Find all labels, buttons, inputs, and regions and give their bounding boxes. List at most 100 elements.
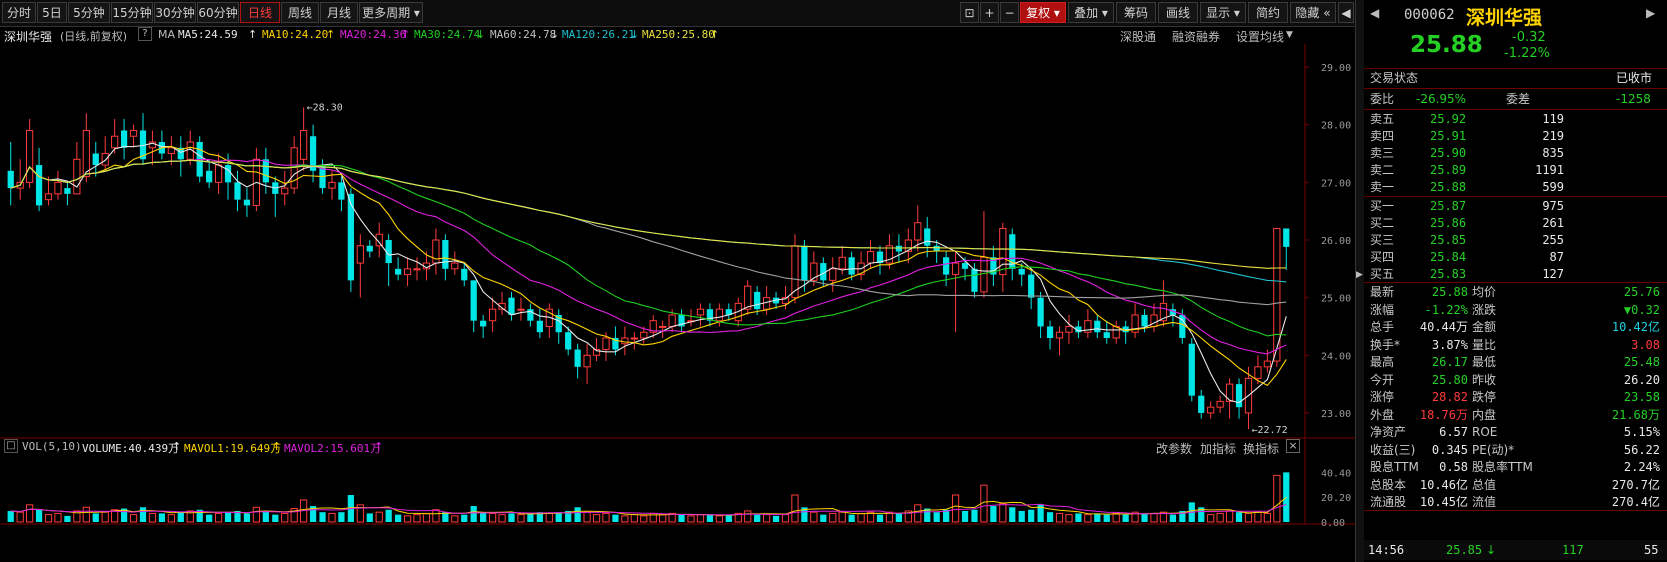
- period-tab-7[interactable]: 周线: [281, 2, 319, 23]
- candle-body: [206, 170, 213, 183]
- toolbar-btn-3[interactable]: 画线: [1158, 2, 1198, 23]
- tick-price: 25.85: [1446, 543, 1483, 557]
- zoom-in-icon[interactable]: +: [980, 2, 999, 23]
- ask-price: 25.90: [1430, 146, 1467, 160]
- zoom-out-icon[interactable]: −: [1000, 2, 1019, 23]
- stat-value: 3.87%: [1431, 337, 1468, 352]
- volume-bar: [158, 513, 166, 522]
- stat-value: 25.48: [1623, 355, 1660, 369]
- next-stock-icon[interactable]: ▶: [1646, 6, 1655, 20]
- volume-bar: [243, 513, 251, 522]
- volume-bar: [1075, 513, 1082, 522]
- volume-bar: [252, 506, 261, 523]
- bid-volume: 87: [1549, 250, 1564, 264]
- candle-body: [413, 268, 421, 271]
- tick-volume: 117: [1562, 543, 1584, 557]
- link-edit-params[interactable]: 改参数: [1156, 440, 1192, 457]
- quote-panel: ◀ ▶ 000062 深圳华强 25.88 -0.32 -1.22% 交易状态 …: [1364, 0, 1667, 562]
- volume-bar: [1112, 512, 1120, 523]
- bid-volume: 127: [1542, 267, 1564, 281]
- ask-volume: 1191: [1535, 163, 1564, 177]
- link-add-indicator[interactable]: 加指标: [1200, 440, 1236, 457]
- volume-bar: [829, 512, 837, 523]
- volume-bar: [545, 512, 553, 523]
- candle-body: [999, 227, 1007, 276]
- stat-label: 净资产: [1370, 425, 1407, 439]
- period-tab-0[interactable]: 分时: [2, 2, 36, 23]
- volume-bar: [990, 506, 997, 522]
- ask-row-1: 卖四 25.91 219: [1364, 128, 1667, 145]
- price-change-pct: -1.22%: [1504, 46, 1550, 61]
- stat-label: 量比: [1472, 337, 1497, 352]
- candle-body: [971, 268, 978, 292]
- stock-name: 深圳华强: [1466, 7, 1543, 29]
- period-tab-3[interactable]: 15分钟: [111, 2, 153, 23]
- period-tab-8[interactable]: 月线: [320, 2, 358, 23]
- candle-body: [73, 158, 81, 195]
- kline-chart[interactable]: 29.00 28.00 27.00 26.00 25.00 24.00 23.00 40.40…: [0, 44, 1355, 562]
- candle-body: [366, 245, 373, 252]
- stat-value: 270.7亿: [1611, 477, 1660, 492]
- stat-row-4: 最高 26.17 最低 25.48: [1364, 354, 1667, 371]
- toolbar-btn-5[interactable]: 简约: [1248, 2, 1288, 23]
- toolbar-btn-6[interactable]: 隐藏 «: [1290, 2, 1336, 23]
- volume-bar: [621, 515, 629, 523]
- dropdown-arrow-icon[interactable]: ▼: [1286, 30, 1293, 40]
- close-icon[interactable]: ×: [1286, 439, 1300, 453]
- toolbar-btn-2[interactable]: 筹码: [1116, 2, 1156, 23]
- ask-label: 卖二: [1370, 163, 1395, 177]
- candle-body: [44, 193, 53, 201]
- bid-row-3: 买四 25.84 87: [1364, 249, 1667, 266]
- stat-label: 总手: [1370, 320, 1395, 334]
- volume-bar: [527, 513, 534, 522]
- ask-volume: 119: [1542, 112, 1564, 126]
- help-icon[interactable]: ?: [138, 27, 152, 41]
- stat-value: 0.345: [1431, 442, 1468, 457]
- candle-body: [951, 262, 960, 276]
- period-tab-2[interactable]: 5分钟: [68, 2, 110, 23]
- link-shenggutong[interactable]: 深股通: [1120, 28, 1156, 45]
- lock-icon[interactable]: ⊡: [960, 2, 979, 23]
- volume-bar: [480, 512, 487, 522]
- toolbar-btn-1[interactable]: 叠加 ▾: [1068, 2, 1114, 23]
- volume-bar: [971, 509, 978, 522]
- link-ma-settings[interactable]: 设置均线: [1236, 28, 1284, 45]
- stat-row-1: 涨幅 -1.22% 涨跌 ▼0.32: [1364, 302, 1667, 319]
- candle-body: [488, 308, 497, 322]
- volume-bar: [725, 514, 732, 522]
- period-tab-9[interactable]: 更多周期 ▾: [359, 2, 423, 23]
- collapse-arrow-icon[interactable]: ▶: [1356, 270, 1363, 280]
- candle-body: [1037, 297, 1044, 327]
- link-change-indicator[interactable]: 换指标: [1243, 440, 1279, 457]
- volume-bar: [44, 514, 53, 523]
- ask-row-3: 卖二 25.89 1191: [1364, 162, 1667, 179]
- period-tab-5[interactable]: 60分钟: [197, 2, 239, 23]
- vol-expand-icon[interactable]: □: [4, 439, 18, 453]
- volume-bar: [1103, 514, 1110, 522]
- bid-row-0: 买一 25.87 975: [1364, 198, 1667, 215]
- ask-row-2: 卖三 25.90 835: [1364, 145, 1667, 162]
- candle-body: [838, 256, 846, 270]
- double-arrow-icon[interactable]: ◀: [1338, 2, 1354, 23]
- candle-body: [167, 147, 175, 155]
- stat-value: 26.17: [1431, 355, 1468, 369]
- toolbar-btn-0[interactable]: 复权 ▾: [1020, 2, 1066, 23]
- period-tab-1[interactable]: 5日: [37, 2, 67, 23]
- stat-value: 10.45亿: [1419, 495, 1468, 509]
- link-margin[interactable]: 融资融券: [1172, 28, 1220, 45]
- tick-time: 14:56: [1368, 543, 1405, 557]
- prev-stock-icon[interactable]: ◀: [1370, 6, 1379, 20]
- mavol1-arrow-icon: ↑: [272, 440, 282, 453]
- ask-row-4: 卖一 25.88 599: [1364, 179, 1667, 196]
- candle-body: [82, 129, 90, 178]
- candle-body: [1055, 331, 1064, 339]
- period-tab-6[interactable]: 日线: [240, 2, 280, 23]
- volume-bar: [1141, 513, 1148, 522]
- stock-code: 000062: [1404, 7, 1455, 23]
- period-tab-4[interactable]: 30分钟: [154, 2, 196, 23]
- volume-bar: [262, 510, 269, 522]
- ask-price: 25.92: [1430, 112, 1467, 126]
- toolbar-btn-4[interactable]: 显示 ▾: [1200, 2, 1246, 23]
- ask-volume: 835: [1542, 146, 1564, 160]
- volume-bar: [385, 509, 392, 522]
